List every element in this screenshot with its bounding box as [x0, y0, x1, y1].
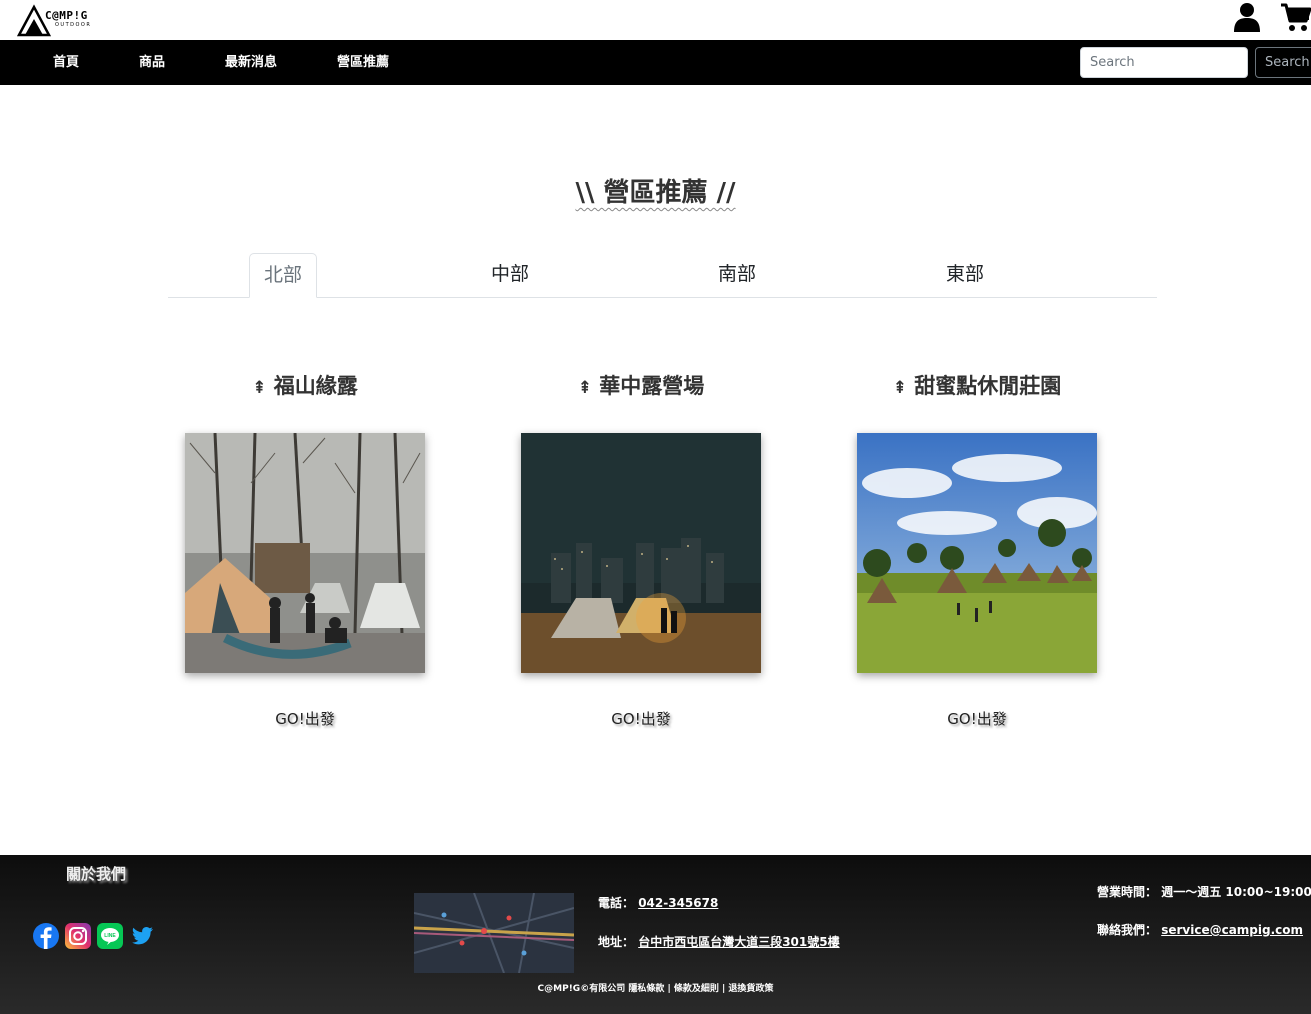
night-camp-photo	[521, 433, 761, 673]
tab-east[interactable]: 東部	[931, 253, 999, 298]
campsite-photo[interactable]	[185, 433, 425, 673]
logo-subtext: OUTDOOR	[55, 22, 92, 28]
page-title-text: \\ 營區推薦 //	[575, 178, 736, 208]
forest-camp-photo	[185, 433, 425, 673]
campsite-title: ⇞ 甜蜜點休閒莊園	[847, 370, 1107, 400]
instagram-icon[interactable]	[65, 923, 91, 949]
tab-south[interactable]: 南部	[703, 253, 771, 298]
hours-value: 週一～週五 10:00~19:00	[1161, 885, 1311, 899]
svg-text:LINE: LINE	[104, 933, 116, 939]
campsite-name: 華中露營場	[599, 374, 705, 398]
site-footer: 關於我們 LINE 電話： 042-345678 地址： 台中市西屯區台灣大道三…	[0, 855, 1311, 1014]
logo-text: C@MP!G	[45, 9, 88, 22]
tab-central[interactable]: 中部	[476, 253, 544, 298]
phone-label: 電話：	[598, 896, 635, 910]
address-line: 地址： 台中市西屯區台灣大道三段301號5樓	[598, 933, 840, 950]
go-button[interactable]: GO!出發	[185, 708, 425, 729]
facebook-icon[interactable]	[33, 923, 59, 949]
line-icon[interactable]: LINE	[97, 923, 123, 949]
go-button[interactable]: GO!出發	[857, 708, 1097, 729]
tab-north[interactable]: 北部	[249, 253, 317, 298]
nav-campsites[interactable]: 營區推薦	[337, 40, 389, 85]
contact-label: 聯絡我們：	[1097, 923, 1158, 937]
tree-icon: ⇞	[892, 378, 907, 398]
campsite-name: 甜蜜點休閒莊園	[914, 374, 1062, 398]
tree-icon: ⇞	[577, 378, 592, 398]
copyright: C@MP!G©有限公司 隱私條款 | 條款及細則 | 退換貨政策	[537, 984, 774, 994]
phone-line: 電話： 042-345678	[598, 894, 718, 911]
hours-label: 營業時間：	[1097, 885, 1158, 899]
logo[interactable]: C@MP!G OUTDOOR	[17, 3, 97, 37]
campsite-title: ⇞ 福山緣露	[175, 370, 435, 400]
nav-products[interactable]: 商品	[139, 40, 165, 85]
campsite-name: 福山緣露	[273, 374, 358, 398]
twitter-icon[interactable]	[129, 923, 155, 949]
address-label: 地址：	[598, 935, 635, 949]
campsite-photo[interactable]	[521, 433, 761, 673]
cart-icon[interactable]	[1280, 2, 1311, 32]
contact-line: 聯絡我們： service@campig.com	[1097, 921, 1303, 938]
search-button[interactable]: Search	[1255, 47, 1311, 78]
go-button[interactable]: GO!出發	[521, 708, 761, 729]
tree-icon: ⇞	[252, 378, 267, 398]
location-map[interactable]	[414, 893, 574, 973]
top-bar: C@MP!G OUTDOOR	[0, 0, 1311, 40]
meadow-camp-photo	[857, 433, 1097, 673]
email-link[interactable]: service@campig.com	[1161, 923, 1303, 937]
page-title: \\ 營區推薦 //	[0, 172, 1311, 209]
search-input[interactable]	[1080, 47, 1248, 78]
phone-link[interactable]: 042-345678	[638, 896, 718, 910]
region-tabs: 北部 中部 南部 東部	[168, 253, 1157, 298]
hours-line: 營業時間： 週一～週五 10:00~19:00	[1097, 883, 1311, 900]
user-icon[interactable]	[1233, 2, 1261, 32]
map-thumbnail	[414, 893, 574, 973]
campsite-photo[interactable]	[857, 433, 1097, 673]
nav-news[interactable]: 最新消息	[225, 40, 277, 85]
campsite-title: ⇞ 華中露營場	[511, 370, 771, 400]
address-link[interactable]: 台中市西屯區台灣大道三段301號5樓	[638, 935, 839, 949]
nav-home[interactable]: 首頁	[53, 40, 79, 85]
about-us-heading[interactable]: 關於我們	[66, 863, 126, 884]
